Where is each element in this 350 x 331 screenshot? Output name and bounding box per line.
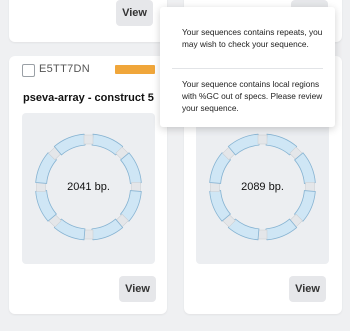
plasmid-map: 2089 bp.: [196, 113, 329, 264]
select-checkbox[interactable]: [22, 64, 35, 77]
status-badge: [115, 65, 155, 74]
plasmid-segment[interactable]: [35, 188, 57, 222]
divider: [172, 68, 323, 69]
view-button[interactable]: View: [116, 0, 153, 26]
view-button[interactable]: View: [289, 276, 326, 302]
plasmid-map: 2041 bp.: [22, 113, 155, 264]
plasmid-segment[interactable]: [89, 218, 124, 241]
plasmid-segment[interactable]: [53, 133, 88, 156]
plasmid-junction: [83, 134, 94, 145]
plasmid-segment[interactable]: [263, 218, 298, 241]
plasmid-junction: [257, 134, 268, 145]
plasmid-segment[interactable]: [209, 188, 231, 222]
sequence-id: E5TT7DN: [39, 63, 90, 75]
sequence-card-top-left: View: [9, 0, 167, 42]
plasmid-junction: [83, 229, 94, 240]
plasmid-segment[interactable]: [227, 133, 262, 156]
view-button[interactable]: View: [119, 276, 156, 302]
plasmid-junction: [257, 229, 268, 240]
sequence-length: 2089 bp.: [241, 181, 284, 193]
repeats-warning: Your sequences contains repeats, you may…: [182, 27, 323, 49]
sequence-title: pseva-array - construct 5: [23, 92, 154, 104]
gc-warning: Your sequence contains local regions wit…: [182, 79, 323, 113]
sequence-length: 2041 bp.: [67, 181, 110, 193]
warnings-tooltip: Your sequences contains repeats, you may…: [160, 7, 335, 127]
